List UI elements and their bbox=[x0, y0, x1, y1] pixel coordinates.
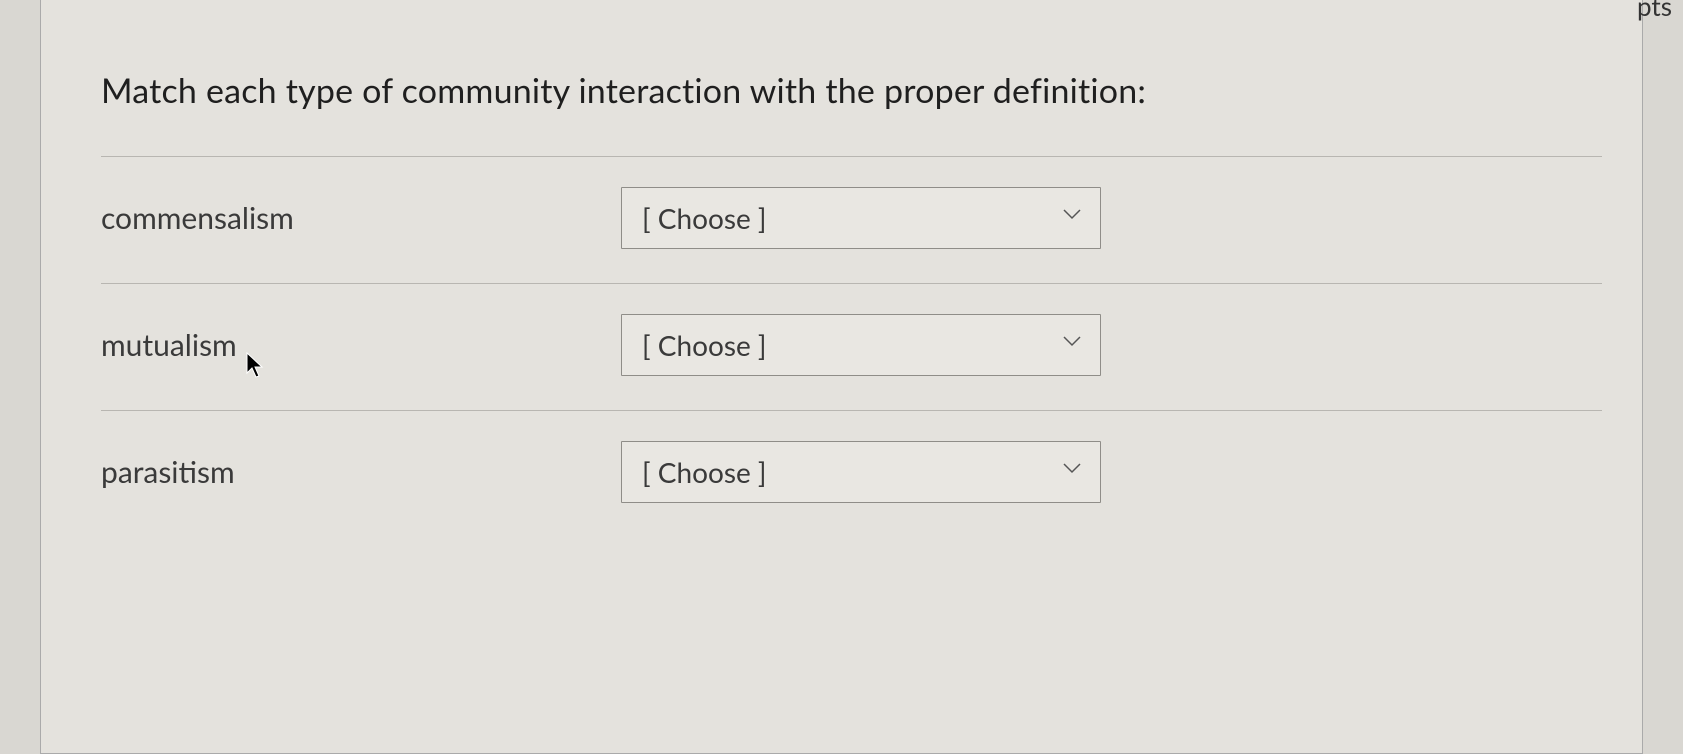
match-label: commensalism bbox=[101, 200, 621, 236]
match-row-mutualism: mutualism [ Choose ] bbox=[101, 284, 1602, 411]
match-label: parasitism bbox=[101, 454, 621, 490]
question-container: pts Match each type of community interac… bbox=[40, 0, 1643, 754]
match-table: commensalism [ Choose ] mutualism [ Choo… bbox=[101, 156, 1602, 537]
question-body: Match each type of community interaction… bbox=[41, 0, 1642, 577]
match-select-wrap: [ Choose ] bbox=[621, 441, 1101, 503]
match-select-commensalism[interactable]: [ Choose ] bbox=[621, 187, 1101, 249]
match-select-parasitism[interactable]: [ Choose ] bbox=[621, 441, 1101, 503]
points-label: pts bbox=[1637, 0, 1672, 22]
match-row-commensalism: commensalism [ Choose ] bbox=[101, 157, 1602, 284]
match-select-wrap: [ Choose ] bbox=[621, 314, 1101, 376]
question-prompt: Match each type of community interaction… bbox=[101, 70, 1602, 111]
match-select-mutualism[interactable]: [ Choose ] bbox=[621, 314, 1101, 376]
match-row-parasitism: parasitism [ Choose ] bbox=[101, 411, 1602, 537]
match-select-wrap: [ Choose ] bbox=[621, 187, 1101, 249]
match-label: mutualism bbox=[101, 327, 621, 363]
